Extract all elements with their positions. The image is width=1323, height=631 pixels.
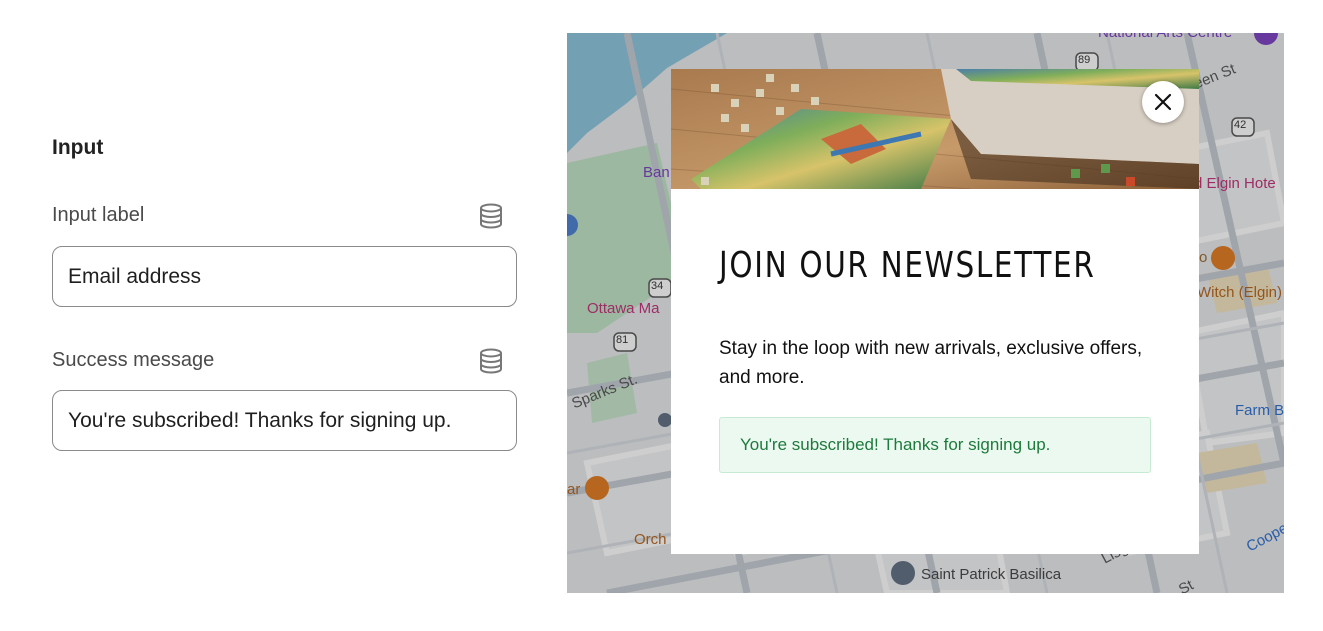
input-label-heading: Input label: [52, 204, 145, 226]
success-message-banner: You're subscribed! Thanks for signing up…: [719, 417, 1151, 473]
modal-description: Stay in the loop with new arrivals, excl…: [719, 338, 1143, 388]
close-icon: [1154, 93, 1172, 111]
newsletter-modal: JOIN OUR NEWSLETTER Stay in the loop wit…: [671, 69, 1199, 554]
puzzle-hero-image: [671, 69, 1199, 189]
success-message-heading: Success message: [52, 349, 215, 371]
success-message-text: You're subscribed! Thanks for signing up…: [740, 435, 1051, 454]
close-button[interactable]: [1142, 81, 1184, 123]
database-icon[interactable]: [479, 348, 503, 374]
preview-canvas: National Arts Centre een St d Elgin Hote…: [567, 33, 1284, 593]
section-title: Input: [52, 136, 104, 159]
modal-title: JOIN OUR NEWSLETTER: [719, 245, 1096, 286]
success-message-field[interactable]: [52, 390, 517, 451]
input-label-field[interactable]: [52, 246, 517, 307]
database-icon[interactable]: [479, 203, 503, 229]
